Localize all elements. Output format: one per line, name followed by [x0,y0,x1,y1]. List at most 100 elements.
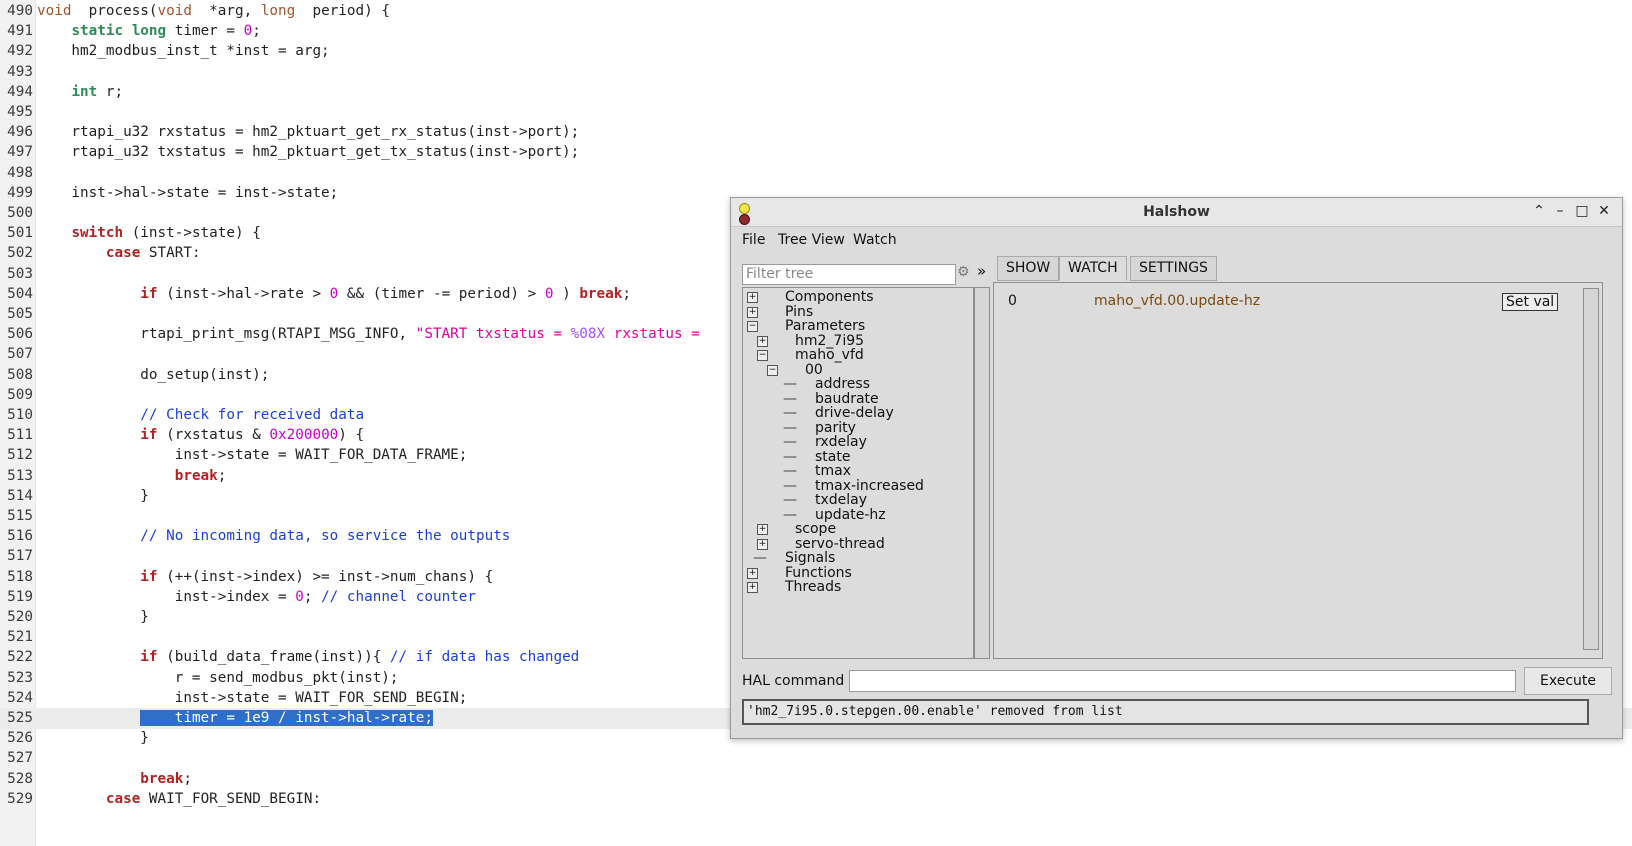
tree-item[interactable]: scope [795,522,836,537]
code-line[interactable]: 498 [0,163,1632,184]
window-title: Halshow [1143,204,1210,220]
minimize-icon[interactable]: – [1551,202,1569,220]
code-text: hm2_modbus_inst_t *inst = arg; [37,43,330,60]
set-val-button[interactable]: Set val [1502,293,1559,311]
expand-icon[interactable]: + [747,292,758,303]
line-number: 529 [7,790,33,807]
gear-icon[interactable]: ⚙ [957,264,970,280]
tree-item[interactable]: Components [785,290,874,305]
expand-icon[interactable]: + [757,538,768,550]
line-number: 520 [7,609,33,625]
tree-item[interactable]: Parameters [785,319,865,334]
code-text: } [37,487,149,504]
tree-scrollbar[interactable] [974,287,990,659]
tree-item[interactable]: txdelay [815,493,867,508]
watch-name: maho_vfd.00.update-hz [1094,293,1261,309]
code-text: rtapi_print_msg(RTAPI_MSG_INFO, "START t… [37,326,709,343]
code-line[interactable]: 493 [0,62,1632,83]
close-icon[interactable]: ✕ [1595,202,1613,220]
menu-tree-view[interactable]: Tree View [778,232,845,248]
line-number: 501 [7,225,33,242]
watch-value: 0 [1008,293,1017,309]
hal-tree[interactable]: + Components + Pins − Parameters + hm2_7i95− mah… [742,287,974,659]
line-number: 514 [7,487,33,504]
collapse-chevron-icon[interactable]: » [977,262,986,280]
code-text: rtapi_u32 txstatus = hm2_pktuart_get_tx_… [37,144,580,161]
expand-icon[interactable]: + [757,524,768,535]
line-number: 502 [7,245,33,262]
line-number: 515 [7,508,33,524]
line-number: 511 [7,427,33,444]
code-text: break; [174,467,227,484]
code-line[interactable]: 491 static long timer = 0; [0,21,1632,42]
line-number: 490 [7,3,33,19]
code-text: do_setup(inst); [37,366,270,383]
expand-icon[interactable]: + [747,582,758,593]
code-line[interactable]: 494 int r; [0,82,1632,103]
menu-watch[interactable]: Watch [853,232,897,248]
line-number: 510 [7,407,33,423]
code-text: } [37,609,149,625]
code-text: static long timer = 0; [71,23,261,40]
line-number: 500 [7,205,33,221]
line-number: 509 [7,386,33,403]
collapse-icon[interactable]: − [757,350,768,361]
code-text: if (rxstatus & 0x200000) { [140,427,365,444]
code-text: inst->hal->state = inst->state; [37,184,339,201]
line-number: 528 [7,770,33,787]
tab-watch[interactable]: WATCH [1059,256,1127,281]
code-line[interactable]: 490 void process(void *arg, long period) … [0,1,1632,22]
hal-command-input[interactable] [849,670,1516,692]
tree-item[interactable]: address [815,377,870,392]
code-text: inst->state = WAIT_FOR_DATA_FRAME; [37,447,468,464]
shade-icon[interactable]: ⌃ [1530,202,1548,220]
line-number: 512 [7,447,33,464]
watch-scrollbar[interactable] [1583,288,1599,650]
execute-button[interactable]: Execute [1524,667,1612,695]
line-number: 491 [7,23,33,40]
collapse-icon[interactable]: − [747,321,758,332]
code-line[interactable]: 527 [0,748,1632,769]
code-text: switch (inst->state) { [71,225,261,242]
tree-item[interactable]: rxdelay [815,435,867,450]
tree-item[interactable]: Signals [785,551,835,566]
line-number: 522 [7,649,33,666]
tree-item[interactable]: drive-delay [815,406,894,421]
line-number: 495 [7,104,33,120]
tree-item[interactable]: Threads [785,580,841,595]
code-line[interactable]: 497 rtapi_u32 txstatus = hm2_pktuart_get… [0,142,1632,163]
code-text: rtapi_u32 rxstatus = hm2_pktuart_get_rx_… [37,124,580,141]
code-line[interactable]: 529 case WAIT_FOR_SEND_BEGIN: [0,789,1632,810]
menu-bar: File Tree View Watch [731,227,1622,253]
expand-icon[interactable]: + [757,335,768,347]
line-number: 518 [7,568,33,585]
menu-file[interactable]: File [742,232,765,248]
code-text: } [37,730,149,747]
code-text: if (build_data_frame(inst)){ // if data … [140,649,580,666]
expand-icon[interactable]: + [747,306,758,318]
halshow-window[interactable]: Halshow ⌃ – □ ✕ File Tree View Watch Fil… [730,197,1623,739]
filter-tree-input[interactable]: Filter tree [742,264,956,285]
code-line[interactable]: 496 rtapi_u32 rxstatus = hm2_pktuart_get… [0,122,1632,143]
collapse-icon[interactable]: − [767,364,778,376]
line-number: 516 [7,528,33,545]
code-line[interactable]: 495 [0,102,1632,123]
code-line[interactable]: 528 break; [0,769,1632,790]
tree-item[interactable]: maho_vfd [795,348,864,363]
watch-panel: 0 maho_vfd.00.update-hz Set val [993,282,1603,659]
line-number: 496 [7,124,33,141]
expand-icon[interactable]: + [747,567,758,579]
tab-show[interactable]: SHOW [997,256,1060,281]
tree-item[interactable]: tmax [815,464,851,479]
code-text: int r; [71,83,124,100]
tab-settings[interactable]: SETTINGS [1130,256,1217,281]
line-number: 523 [7,669,33,686]
tree-branch-icon: — [783,376,797,392]
code-text: break; [140,770,192,787]
code-text: r = send_modbus_pkt(inst); [37,669,399,686]
line-number: 499 [7,184,33,201]
code-text: void process(void *arg, long period) { [37,3,390,19]
title-bar[interactable]: Halshow ⌃ – □ ✕ [731,198,1622,227]
maximize-icon[interactable]: □ [1573,202,1591,220]
code-line[interactable]: 492 hm2_modbus_inst_t *inst = arg; [0,41,1632,62]
